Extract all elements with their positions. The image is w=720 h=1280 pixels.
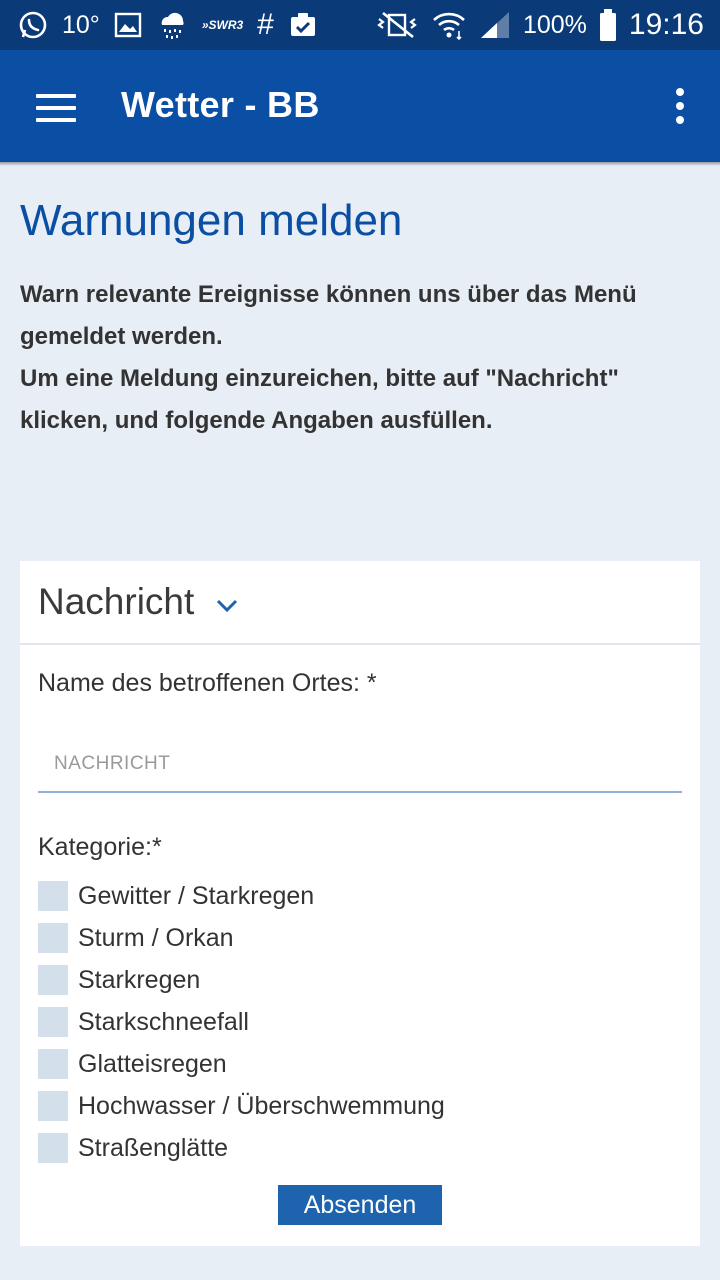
signal-icon	[479, 10, 511, 40]
hamburger-menu-icon[interactable]	[36, 94, 76, 122]
checkbox[interactable]	[38, 1049, 68, 1079]
category-option-hochwasser[interactable]: Hochwasser / Überschwemmung	[38, 1085, 445, 1127]
category-option-label: Starkregen	[78, 965, 201, 994]
category-option-sturm[interactable]: Sturm / Orkan	[38, 917, 445, 959]
checkbox[interactable]	[38, 923, 68, 953]
intro-paragraph-2: Um eine Meldung einzureichen, bitte auf …	[20, 365, 619, 434]
checkbox[interactable]	[38, 965, 68, 995]
clipboard-check-icon	[288, 11, 318, 39]
clock-time: 19:16	[628, 8, 704, 41]
whatsapp-icon	[18, 10, 48, 40]
hashtag-icon: #	[257, 8, 274, 41]
app-bar: Wetter - BB	[0, 50, 720, 166]
intro-text: Warn relevante Ereignisse können uns übe…	[20, 274, 710, 442]
nachricht-dropdown-header[interactable]: Nachricht	[20, 561, 700, 645]
category-option-label: Straßenglätte	[78, 1133, 229, 1162]
category-option-glatteisregen[interactable]: Glatteisregen	[38, 1043, 445, 1085]
submit-button[interactable]: Absenden	[278, 1185, 442, 1225]
weather-rain-icon	[156, 9, 188, 41]
checkbox[interactable]	[38, 881, 68, 911]
checkbox[interactable]	[38, 1091, 68, 1121]
category-option-label: Starkschneefall	[78, 1007, 249, 1036]
category-option-label: Hochwasser / Überschwemmung	[78, 1091, 445, 1120]
wifi-icon	[431, 9, 467, 41]
category-option-gewitter[interactable]: Gewitter / Starkregen	[38, 875, 445, 917]
category-option-starkregen[interactable]: Starkregen	[38, 959, 445, 1001]
battery-icon	[599, 9, 617, 41]
checkbox[interactable]	[38, 1133, 68, 1163]
chevron-down-icon[interactable]	[216, 599, 238, 613]
gallery-icon	[114, 12, 142, 38]
page-title: Warnungen melden	[20, 196, 403, 245]
more-vertical-icon[interactable]	[674, 88, 686, 124]
vibrate-mute-icon	[375, 11, 419, 39]
category-option-strassenglaette[interactable]: Straßenglätte	[38, 1127, 445, 1169]
temperature-text: 10°	[62, 10, 100, 39]
checkbox[interactable]	[38, 1007, 68, 1037]
category-option-label: Sturm / Orkan	[78, 923, 234, 952]
category-option-label: Glatteisregen	[78, 1049, 227, 1078]
intro-paragraph-1: Warn relevante Ereignisse können uns übe…	[20, 281, 637, 350]
swr3-icon: »SWR3	[201, 18, 244, 32]
category-checkbox-list: Gewitter / Starkregen Sturm / Orkan Star…	[38, 875, 445, 1169]
category-option-starkschneefall[interactable]: Starkschneefall	[38, 1001, 445, 1043]
category-option-label: Gewitter / Starkregen	[78, 881, 315, 910]
category-label: Kategorie:*	[38, 833, 162, 861]
app-title: Wetter - BB	[121, 84, 320, 125]
message-form-card: Nachricht Name des betroffenen Ortes: * …	[20, 561, 700, 1246]
location-input[interactable]	[38, 737, 682, 793]
form-header-title: Nachricht	[38, 581, 195, 622]
battery-percent: 100%	[522, 10, 587, 39]
location-field-label: Name des betroffenen Ortes: *	[38, 669, 377, 697]
status-bar: 10° »SWR3 # 100% 19:16	[0, 0, 720, 50]
